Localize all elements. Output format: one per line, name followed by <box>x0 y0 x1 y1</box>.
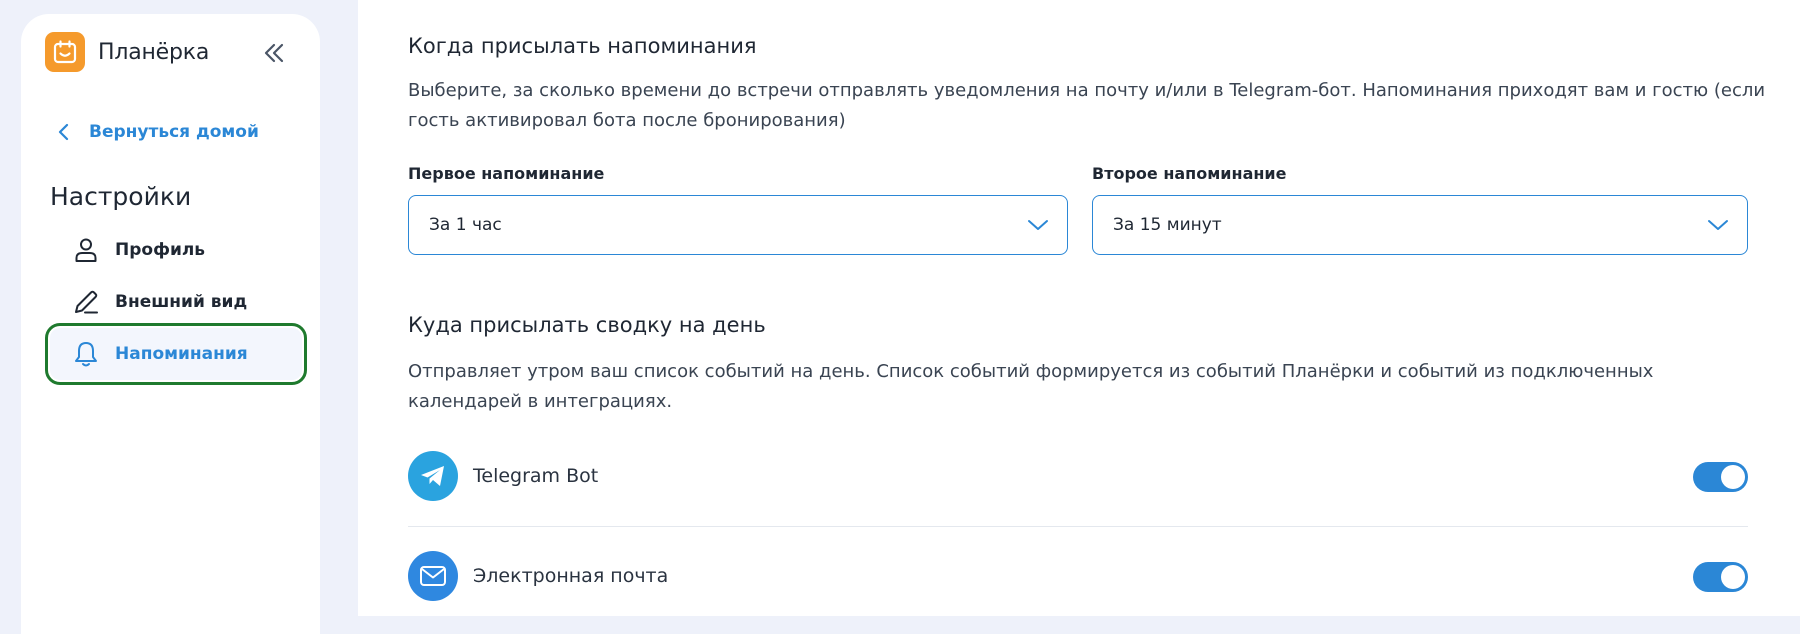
toggle-knob <box>1721 565 1745 589</box>
sidebar-item-reminders[interactable]: Напоминания <box>45 323 307 385</box>
back-home-label: Вернуться домой <box>89 122 259 142</box>
toggle-knob <box>1721 465 1745 489</box>
channel-row-telegram: Telegram Bot <box>408 450 1748 502</box>
brand[interactable]: Планёрка <box>45 32 209 72</box>
brand-name: Планёрка <box>98 39 210 65</box>
calendar-logo-icon <box>45 32 85 72</box>
reminders-description: Выберите, за сколько времени до встречи … <box>408 80 1766 131</box>
telegram-icon <box>408 451 458 501</box>
second-reminder-value: За 15 минут <box>1113 215 1222 235</box>
divider <box>408 526 1748 527</box>
settings-title: Настройки <box>50 182 192 211</box>
sidebar-item-label: Профиль <box>115 240 206 260</box>
digest-title: Куда присылать сводку на день <box>408 313 766 337</box>
user-icon <box>72 236 100 264</box>
reminders-title: Когда присылать напоминания <box>408 34 757 58</box>
sidebar-item-label: Внешний вид <box>115 292 248 312</box>
main-content: Когда присылать напоминания Выберите, за… <box>358 0 1800 616</box>
double-chevron-left-icon <box>264 43 284 63</box>
second-reminder-select[interactable]: За 15 минут <box>1092 195 1748 255</box>
sidebar-item-label: Напоминания <box>115 344 248 364</box>
bell-icon <box>72 340 100 368</box>
sidebar-item-profile[interactable]: Профиль <box>50 224 302 276</box>
mail-icon <box>408 551 458 601</box>
digest-description: Отправляет утром ваш список событий на д… <box>408 361 1654 412</box>
sidebar: Планёрка Вернуться домой Настройки Профи… <box>21 14 320 634</box>
channel-label: Telegram Bot <box>473 465 599 487</box>
channel-label: Электронная почта <box>473 565 669 587</box>
first-reminder-label: Первое напоминание <box>408 164 605 183</box>
pen-icon <box>72 288 100 316</box>
channel-row-email: Электронная почта <box>408 550 1748 602</box>
back-home-link[interactable]: Вернуться домой <box>55 122 259 142</box>
chevron-down-icon <box>1708 220 1728 230</box>
chevron-left-icon <box>58 123 69 141</box>
email-toggle[interactable] <box>1693 562 1748 592</box>
first-reminder-value: За 1 час <box>429 215 502 235</box>
second-reminder-label: Второе напоминание <box>1092 164 1287 183</box>
first-reminder-select[interactable]: За 1 час <box>408 195 1068 255</box>
collapse-sidebar-button[interactable] <box>259 38 289 68</box>
telegram-toggle[interactable] <box>1693 462 1748 492</box>
chevron-down-icon <box>1028 220 1048 230</box>
sidebar-item-appearance[interactable]: Внешний вид <box>50 276 302 328</box>
